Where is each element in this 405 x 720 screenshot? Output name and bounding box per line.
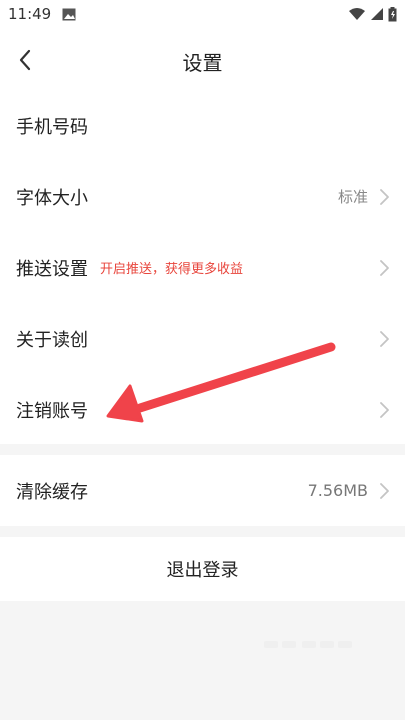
setting-value: 标准 [337,188,368,206]
setting-delete-account[interactable]: 注销账号 [0,374,405,445]
page-title: 设置 [182,51,223,75]
setting-label: 字体大小 [16,187,88,209]
watermark-mark [264,641,352,648]
setting-label: 注销账号 [16,400,88,422]
settings-list: 手机号码 字体大小 标准 推送设置 开启推送，获得更多收益 关于读创 注销账号 [0,90,405,444]
setting-push[interactable]: 推送设置 开启推送，获得更多收益 [0,232,405,303]
setting-about[interactable]: 关于读创 [0,303,405,374]
signal-icon [371,8,383,20]
setting-label: 关于读创 [16,329,88,351]
status-time: 11:49 [8,5,52,23]
chevron-right-icon [380,482,389,499]
chevron-right-icon [380,330,389,347]
setting-label: 手机号码 [16,116,88,138]
status-icons [348,6,397,22]
cache-section: 清除缓存 7.56MB [0,455,405,526]
navigation-bar: 设置 [0,30,405,90]
chevron-right-icon [380,188,389,205]
setting-label: 推送设置 [16,258,88,280]
setting-label: 清除缓存 [16,481,88,503]
setting-clear-cache[interactable]: 清除缓存 7.56MB [0,455,405,526]
chevron-right-icon [380,401,389,418]
cache-size-value: 7.56MB [307,481,368,500]
battery-icon [388,6,397,21]
setting-font-size[interactable]: 字体大小 标准 [0,161,405,232]
chevron-right-icon [380,259,389,276]
setting-note: 开启推送，获得更多收益 [100,262,244,277]
watermark [264,636,354,656]
wifi-icon [349,8,365,20]
logout-label: 退出登录 [166,560,239,581]
setting-phone-number[interactable]: 手机号码 [0,90,405,161]
logout-button[interactable]: 退出登录 [0,537,405,601]
status-bar: 11:49 [0,0,405,30]
image-notification-icon [62,8,76,21]
